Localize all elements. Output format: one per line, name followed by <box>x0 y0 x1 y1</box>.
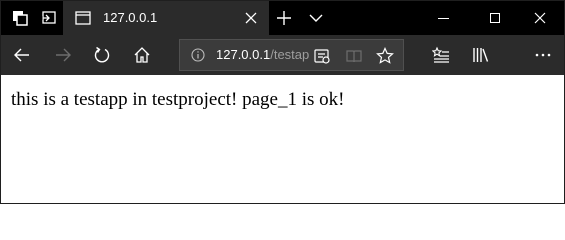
info-icon[interactable] <box>191 48 205 62</box>
page-message: this is a testapp in testproject! page_1… <box>11 89 345 110</box>
page-content: this is a testapp in testproject! page_1… <box>1 75 564 203</box>
url-path: /testapp <box>270 47 310 62</box>
home-icon[interactable] <box>133 46 151 64</box>
url-text[interactable]: 127.0.0.1/testapp <box>216 47 310 62</box>
tab-list-chevron-icon[interactable] <box>309 14 323 22</box>
navigation-toolbar: 127.0.0.1/testapp <box>1 35 564 75</box>
more-icon[interactable] <box>534 46 552 64</box>
set-aside-tabs-icon[interactable] <box>39 9 57 27</box>
window-close-icon[interactable] <box>534 12 546 24</box>
title-bar: 127.0.0.1 <box>1 1 564 35</box>
back-arrow-icon[interactable] <box>13 46 31 64</box>
forward-arrow-icon[interactable] <box>54 46 72 64</box>
new-tab-icon[interactable] <box>277 11 291 25</box>
browser-window: 127.0.0.1 127.0.0.1/testap this is a tes… <box>0 0 565 204</box>
maximize-icon[interactable] <box>490 13 500 23</box>
book-icon[interactable] <box>345 47 363 65</box>
active-tab[interactable]: 127.0.0.1 <box>63 1 269 35</box>
url-host: 127.0.0.1 <box>216 47 271 62</box>
page-favicon-icon <box>75 11 91 25</box>
reader-icon[interactable] <box>313 47 331 65</box>
tab-preview-icon[interactable] <box>11 9 29 27</box>
favorites-list-icon[interactable] <box>432 46 450 64</box>
tab-title: 127.0.0.1 <box>103 10 158 25</box>
refresh-icon[interactable] <box>93 46 111 64</box>
address-bar[interactable]: 127.0.0.1/testapp <box>179 39 404 71</box>
minimize-icon[interactable] <box>438 18 449 19</box>
library-icon[interactable] <box>472 46 490 64</box>
close-tab-icon[interactable] <box>245 12 257 24</box>
star-icon[interactable] <box>376 47 394 65</box>
